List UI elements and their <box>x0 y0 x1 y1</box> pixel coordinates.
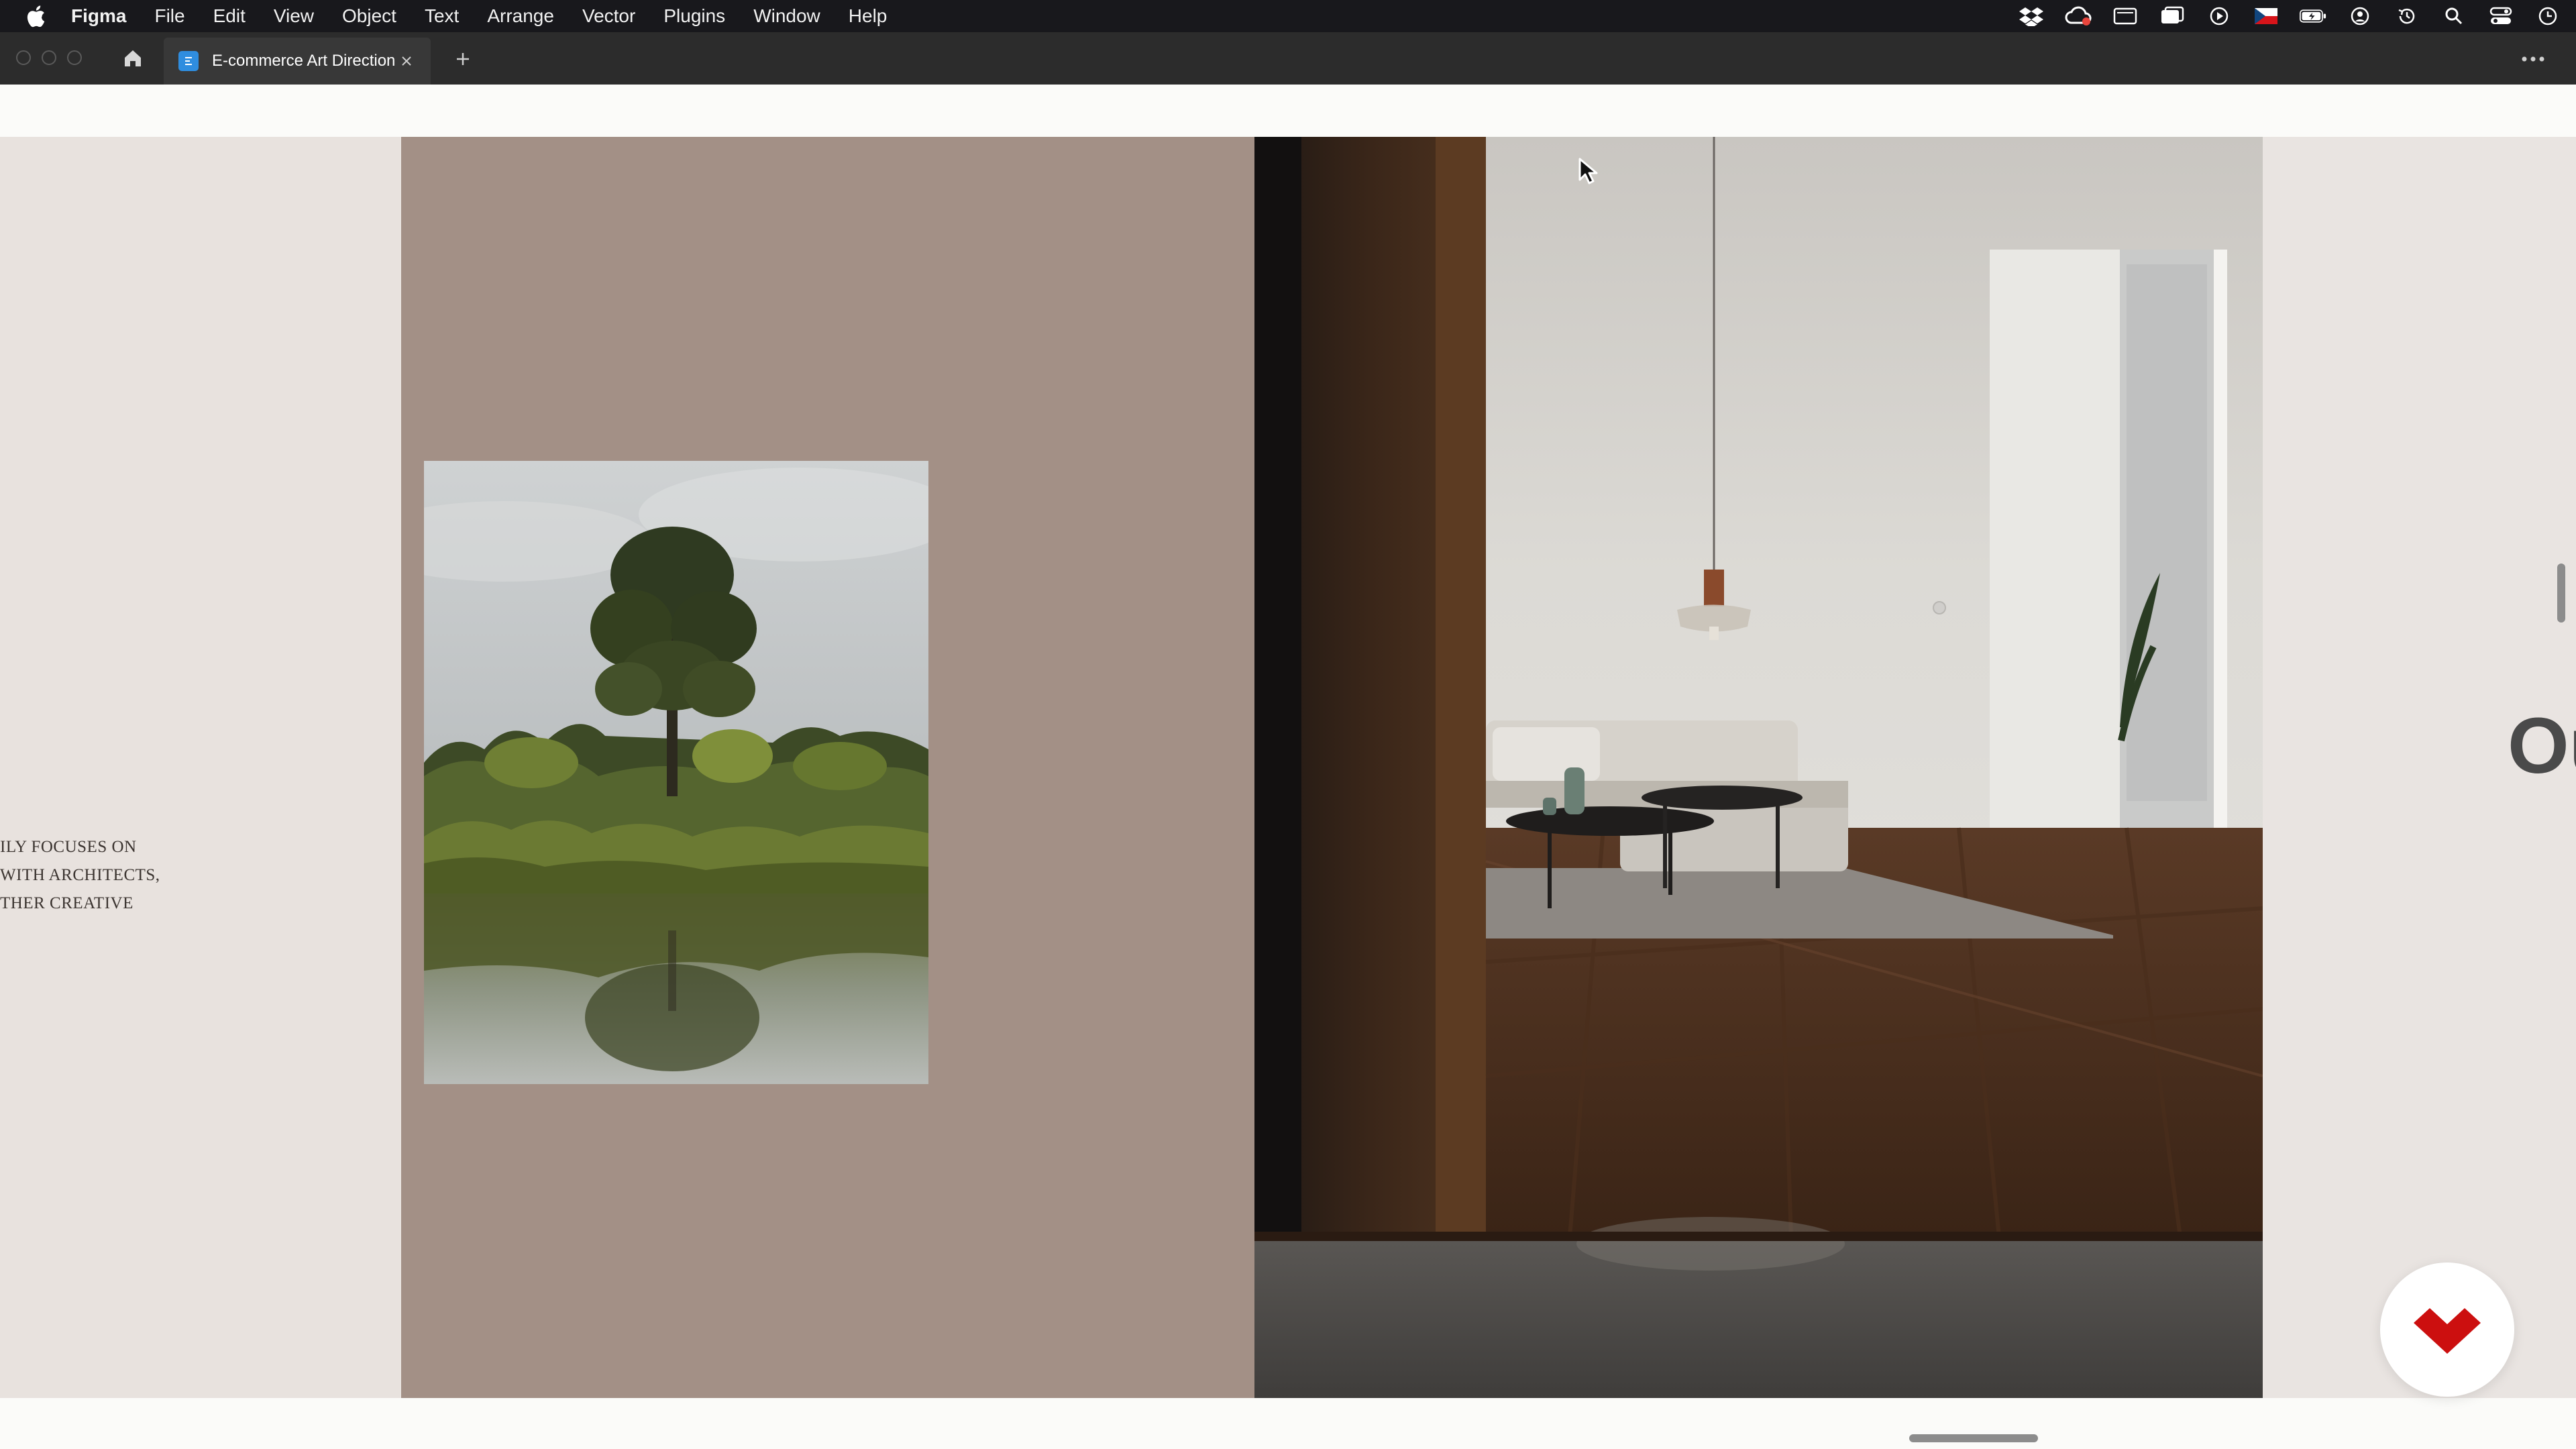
control-center-icon[interactable] <box>2487 5 2514 27</box>
menu-object[interactable]: Object <box>342 5 396 27</box>
menubar: Figma File Edit View Object Text Arrange… <box>0 0 2576 32</box>
home-button[interactable] <box>114 43 152 74</box>
battery-icon[interactable] <box>2300 5 2326 27</box>
tree-lake-photo[interactable] <box>424 461 928 1084</box>
menu-arrange[interactable]: Arrange <box>487 5 554 27</box>
spotlight-icon[interactable] <box>2440 5 2467 27</box>
menu-view[interactable]: View <box>274 5 314 27</box>
close-icon <box>402 56 411 66</box>
horizontal-scrollbar[interactable] <box>1909 1434 2038 1442</box>
window-controls <box>16 50 93 65</box>
interior-living-room-render[interactable] <box>1254 137 2263 1398</box>
about-copy-line-3: THER CREATIVE <box>0 894 133 912</box>
menu-help[interactable]: Help <box>849 5 888 27</box>
menu-text[interactable]: Text <box>425 5 459 27</box>
about-copy: ILY FOCUSES ON WITH ARCHITECTS, THER CRE… <box>0 833 401 918</box>
mouse-cursor-icon <box>1578 157 1601 185</box>
more-options-button[interactable] <box>2514 47 2552 71</box>
display-icon[interactable] <box>2112 5 2139 27</box>
menu-window[interactable]: Window <box>753 5 820 27</box>
canvas-margin-top <box>0 85 2576 137</box>
window-zoom-button[interactable] <box>67 50 82 65</box>
figma-tabbar: E-commerce Art Direction <box>0 32 2576 85</box>
apple-icon[interactable] <box>25 5 52 28</box>
menu-file[interactable]: File <box>154 5 184 27</box>
right-text-panel: Ou <box>2263 137 2576 1398</box>
brand-logo-button[interactable] <box>2380 1263 2514 1397</box>
dropbox-icon[interactable] <box>2018 5 2045 27</box>
user-icon[interactable] <box>2347 5 2373 27</box>
section-heading: Ou <box>2508 702 2576 790</box>
menu-app-figma[interactable]: Figma <box>71 5 126 27</box>
tab-close-button[interactable] <box>396 50 417 72</box>
ellipsis-icon <box>2522 56 2544 62</box>
about-copy-line-1: ILY FOCUSES ON <box>0 838 137 856</box>
menu-vector[interactable]: Vector <box>582 5 635 27</box>
vertical-scrollbar[interactable] <box>2557 564 2565 623</box>
home-icon <box>125 50 141 66</box>
plus-icon <box>457 53 469 65</box>
play-icon[interactable] <box>2206 5 2233 27</box>
left-text-panel: ILY FOCUSES ON WITH ARCHITECTS, THER CRE… <box>0 137 401 1398</box>
time-machine-icon[interactable] <box>2394 5 2420 27</box>
about-copy-line-2: WITH ARCHITECTS, <box>0 866 160 884</box>
menu-edit[interactable]: Edit <box>213 5 246 27</box>
menu-plugins[interactable]: Plugins <box>663 5 725 27</box>
tab-ecommerce-art-direction[interactable]: E-commerce Art Direction <box>164 38 431 85</box>
tab-title: E-commerce Art Direction <box>212 52 396 70</box>
figma-file-icon <box>178 51 199 71</box>
new-tab-button[interactable] <box>451 47 475 71</box>
brand-logo-icon <box>2414 1308 2481 1354</box>
photos-icon[interactable] <box>2159 5 2186 27</box>
window-close-button[interactable] <box>16 50 31 65</box>
flag-icon[interactable] <box>2253 5 2279 27</box>
clock-icon[interactable] <box>2534 5 2561 27</box>
creative-cloud-icon[interactable] <box>2065 5 2092 27</box>
window-minimize-button[interactable] <box>42 50 56 65</box>
menubar-status-area <box>1998 0 2561 32</box>
canvas-margin-bottom <box>0 1398 2576 1449</box>
